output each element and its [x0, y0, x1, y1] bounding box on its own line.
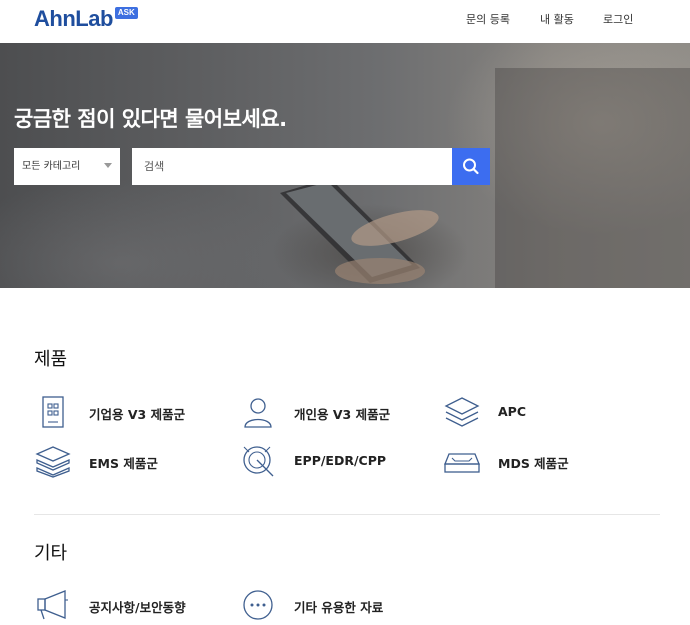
other-useful-materials[interactable]: 기타 유용한 자료 — [239, 586, 383, 624]
search-input[interactable] — [132, 148, 452, 185]
product-enterprise-v3[interactable]: 기업용 V3 제품군 — [34, 393, 185, 431]
ahnlab-ask-logo[interactable]: AhnLab ASK — [34, 6, 138, 34]
building-icon — [34, 393, 72, 431]
section-divider — [34, 514, 660, 515]
section-title-products: 제품 — [34, 349, 68, 370]
megaphone-icon — [34, 586, 72, 624]
product-label: MDS 제품군 — [498, 456, 569, 471]
other-notice-security[interactable]: 공지사항/보안동향 — [34, 586, 186, 624]
layers-icon — [443, 393, 481, 431]
more-icon — [239, 586, 277, 624]
other-label: 기타 유용한 자료 — [294, 600, 384, 615]
logo-text: AhnLab — [34, 6, 113, 31]
hero-title: 궁금한 점이 있다면 물어보세요. — [14, 107, 287, 131]
stack-icon — [34, 442, 72, 480]
logo-badge: ASK — [114, 7, 138, 19]
hero-banner: 궁금한 점이 있다면 물어보세요. 모든 카테고리 — [0, 43, 690, 288]
nav-register-inquiry[interactable]: 문의 등록 — [466, 11, 510, 27]
person-icon — [239, 393, 277, 431]
product-apc[interactable]: APC — [443, 393, 526, 431]
search-icon — [463, 158, 479, 175]
product-epp-edr-cpp[interactable]: EPP/EDR/CPP — [239, 442, 386, 480]
top-header: AhnLab ASK 문의 등록 내 활동 로그인 — [0, 0, 690, 43]
chevron-down-icon — [104, 163, 112, 168]
nav-my-activity[interactable]: 내 활동 — [540, 11, 574, 27]
product-label: 개인용 V3 제품군 — [294, 407, 391, 422]
product-label: APC — [498, 404, 527, 419]
section-title-other: 기타 — [34, 543, 68, 564]
product-label: EPP/EDR/CPP — [294, 453, 387, 468]
product-mds[interactable]: MDS 제품군 — [443, 442, 569, 480]
product-ems[interactable]: EMS 제품군 — [34, 442, 158, 480]
search-button[interactable] — [452, 148, 490, 185]
product-personal-v3[interactable]: 개인용 V3 제품군 — [239, 393, 390, 431]
category-select[interactable]: 모든 카테고리 — [14, 148, 120, 185]
nav-login[interactable]: 로그인 — [603, 11, 633, 27]
category-select-value: 모든 카테고리 — [22, 161, 81, 172]
radar-icon — [239, 442, 277, 480]
product-label: 기업용 V3 제품군 — [89, 407, 186, 422]
tray-icon — [443, 442, 481, 480]
product-label: EMS 제품군 — [89, 456, 158, 471]
other-label: 공지사항/보안동향 — [89, 600, 186, 615]
